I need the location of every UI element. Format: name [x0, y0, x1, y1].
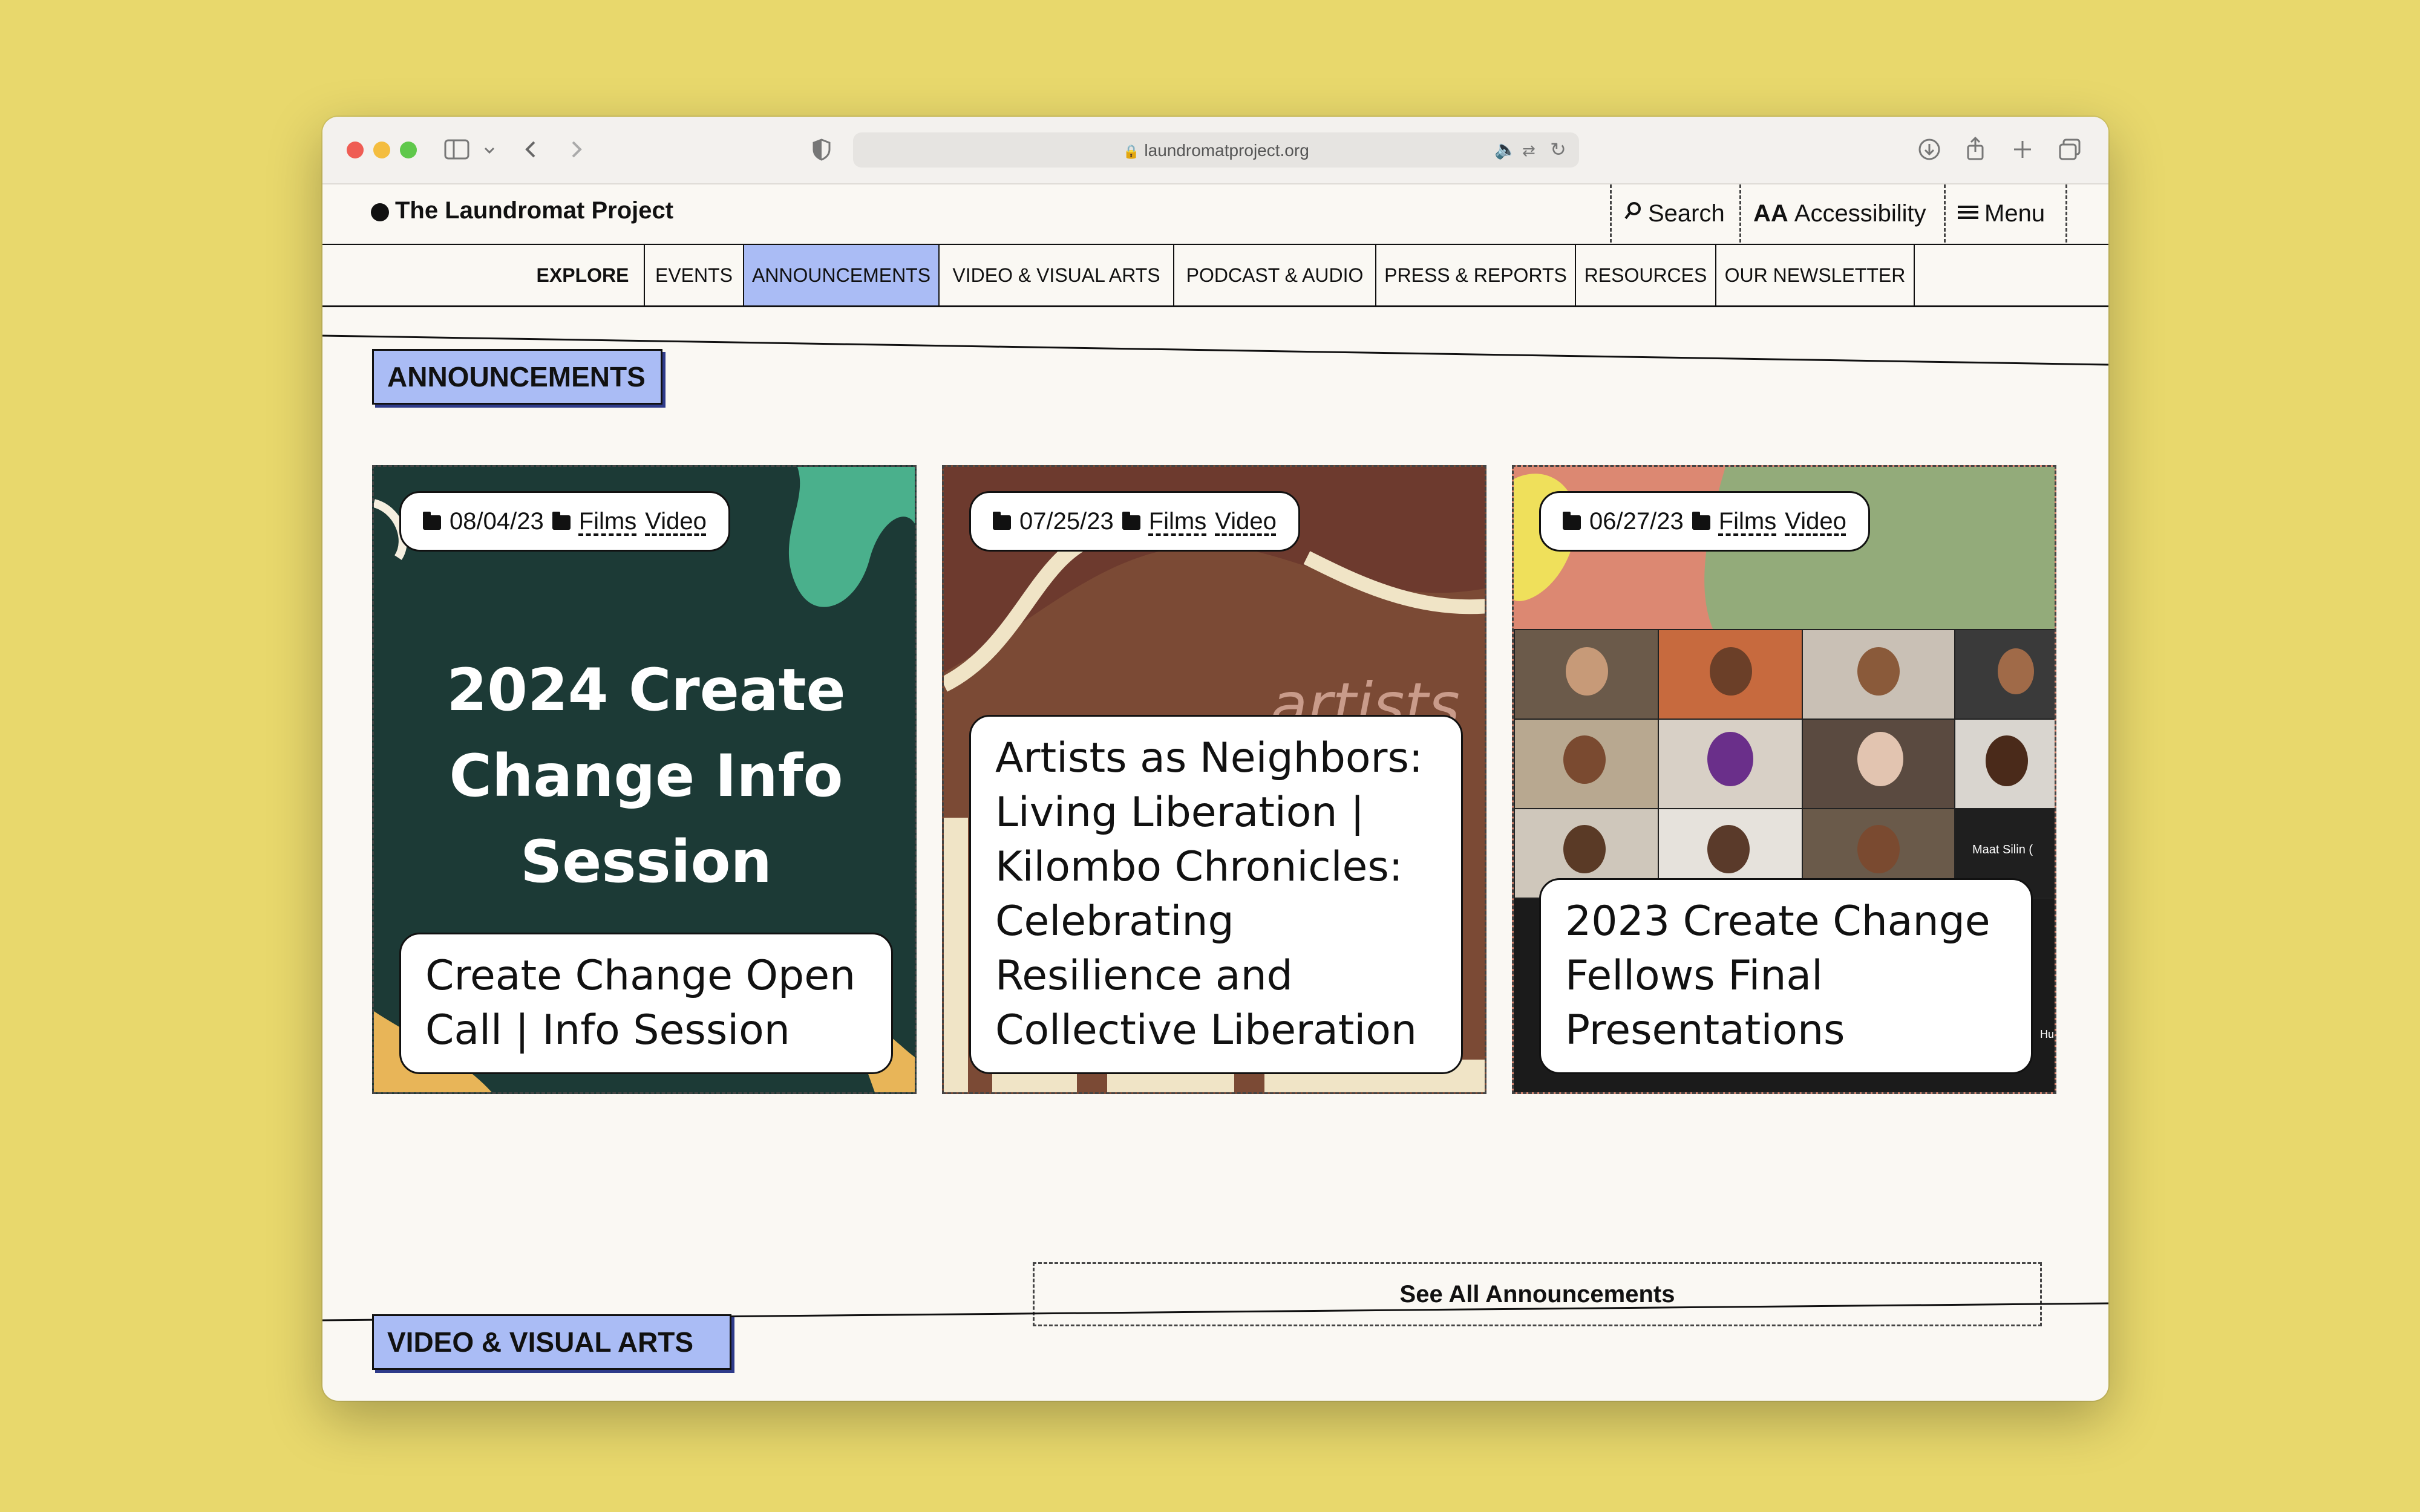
logo-dot-icon[interactable]	[371, 203, 389, 221]
nav-announcements[interactable]: ANNOUNCEMENTS	[743, 245, 938, 305]
card-3-tag-films[interactable]: Films	[1719, 508, 1777, 535]
card-1-image-headline: 2024 Create Change Info Session	[446, 656, 846, 896]
text-size-icon: AA	[1753, 200, 1788, 227]
forward-arrow-icon[interactable]	[567, 137, 585, 161]
announcement-card-1[interactable]: 2024 Create Change Info Session 08/04/23…	[372, 465, 917, 1094]
download-icon[interactable]	[1917, 137, 1941, 161]
card-2-title[interactable]: Artists as Neighbors: Living Liberation …	[969, 715, 1463, 1074]
close-window-button[interactable]	[347, 142, 364, 158]
card-3-title[interactable]: 2023 Create Change Fellows Final Present…	[1539, 878, 2033, 1074]
tab-overview-icon[interactable]	[2058, 137, 2082, 161]
menu-button[interactable]: Menu	[1944, 184, 2067, 243]
card-2-date: 07/25/23	[1019, 507, 1114, 535]
browser-toolbar: 🔒 laundromatproject.org 🔈 ⇄ ↻	[322, 117, 2108, 184]
translate-icon[interactable]: ⇄	[1522, 139, 1535, 163]
minimize-window-button[interactable]	[373, 142, 390, 158]
browser-window: 🔒 laundromatproject.org 🔈 ⇄ ↻ The Laundr…	[322, 117, 2108, 1401]
share-icon[interactable]	[1964, 136, 1986, 161]
card-1-date: 08/04/23	[450, 507, 544, 535]
card-3-date: 06/27/23	[1589, 507, 1684, 535]
card-3-tag-video[interactable]: Video	[1785, 508, 1846, 535]
announcement-card-2[interactable]: artists 07/25/23 Films Video Artists as …	[942, 465, 1486, 1094]
nav-explore[interactable]: EXPLORE	[515, 245, 650, 305]
site-logo[interactable]: The Laundromat Project	[395, 197, 673, 224]
search-button[interactable]: Search	[1610, 184, 1739, 243]
nav-video-visual-arts[interactable]: VIDEO & VISUAL ARTS	[938, 245, 1173, 305]
new-tab-plus-icon[interactable]	[2012, 137, 2033, 161]
video-tile	[1658, 719, 1803, 809]
participant-name: Maat Silin (	[1972, 843, 2033, 856]
video-tile	[1954, 629, 2055, 720]
card-2-tag-video[interactable]: Video	[1215, 508, 1277, 535]
privacy-shield-icon[interactable]	[811, 137, 832, 161]
card-2-meta: 07/25/23 Films Video	[969, 491, 1300, 552]
card-1-tag-films[interactable]: Films	[579, 508, 637, 535]
nav-resources[interactable]: RESOURCES	[1575, 245, 1715, 305]
card-1-meta: 08/04/23 Films Video	[399, 491, 730, 552]
video-tile	[1954, 719, 2055, 809]
folder-icon	[1122, 512, 1140, 530]
calendar-icon	[423, 512, 441, 530]
calendar-icon	[1563, 512, 1581, 530]
menu-label: Menu	[1984, 200, 2046, 227]
card-2-tag-films[interactable]: Films	[1149, 508, 1207, 535]
nav-newsletter[interactable]: OUR NEWSLETTER	[1715, 245, 1915, 305]
calendar-icon	[993, 512, 1011, 530]
video-tile	[1514, 629, 1659, 720]
nav-press-reports[interactable]: PRESS & REPORTS	[1375, 245, 1575, 305]
folder-icon	[1692, 512, 1710, 530]
reload-icon[interactable]: ↻	[1550, 137, 1566, 161]
video-tile	[1514, 719, 1659, 809]
search-icon	[1624, 200, 1642, 227]
lock-icon: 🔒	[1123, 144, 1140, 159]
video-tile	[1802, 629, 1955, 720]
url-text: 🔒 laundromatproject.org	[1123, 141, 1309, 160]
announcements-heading: ANNOUNCEMENTS	[372, 349, 662, 405]
announcement-card-3[interactable]: Maat Silin ( Hua 06/27/23 Films Video 20…	[1512, 465, 2056, 1094]
folder-icon	[552, 512, 571, 530]
nav-podcast-audio[interactable]: PODCAST & AUDIO	[1173, 245, 1375, 305]
card-1-title[interactable]: Create Change Open Call | Info Session	[399, 933, 893, 1074]
accessibility-label: Accessibility	[1794, 200, 1926, 227]
video-tile	[1658, 629, 1803, 720]
address-bar[interactable]: 🔒 laundromatproject.org 🔈 ⇄ ↻	[853, 132, 1579, 168]
search-label: Search	[1648, 200, 1725, 227]
zoom-window-button[interactable]	[400, 142, 417, 158]
video-tile	[1802, 719, 1955, 809]
chevron-down-icon[interactable]	[482, 138, 497, 163]
participant-name: Hua	[2040, 1028, 2055, 1040]
hamburger-icon	[1958, 200, 1978, 227]
speaker-icon[interactable]: 🔈	[1494, 138, 1517, 162]
nav-events[interactable]: EVENTS	[644, 245, 743, 305]
sidebar-toggle-icon[interactable]	[443, 137, 470, 161]
card-1-tag-video[interactable]: Video	[645, 508, 707, 535]
back-arrow-icon[interactable]	[522, 137, 540, 161]
card-3-meta: 06/27/23 Films Video	[1539, 491, 1870, 552]
accessibility-button[interactable]: AA Accessibility	[1739, 184, 1944, 243]
video-visual-arts-heading: VIDEO & VISUAL ARTS	[372, 1314, 731, 1370]
